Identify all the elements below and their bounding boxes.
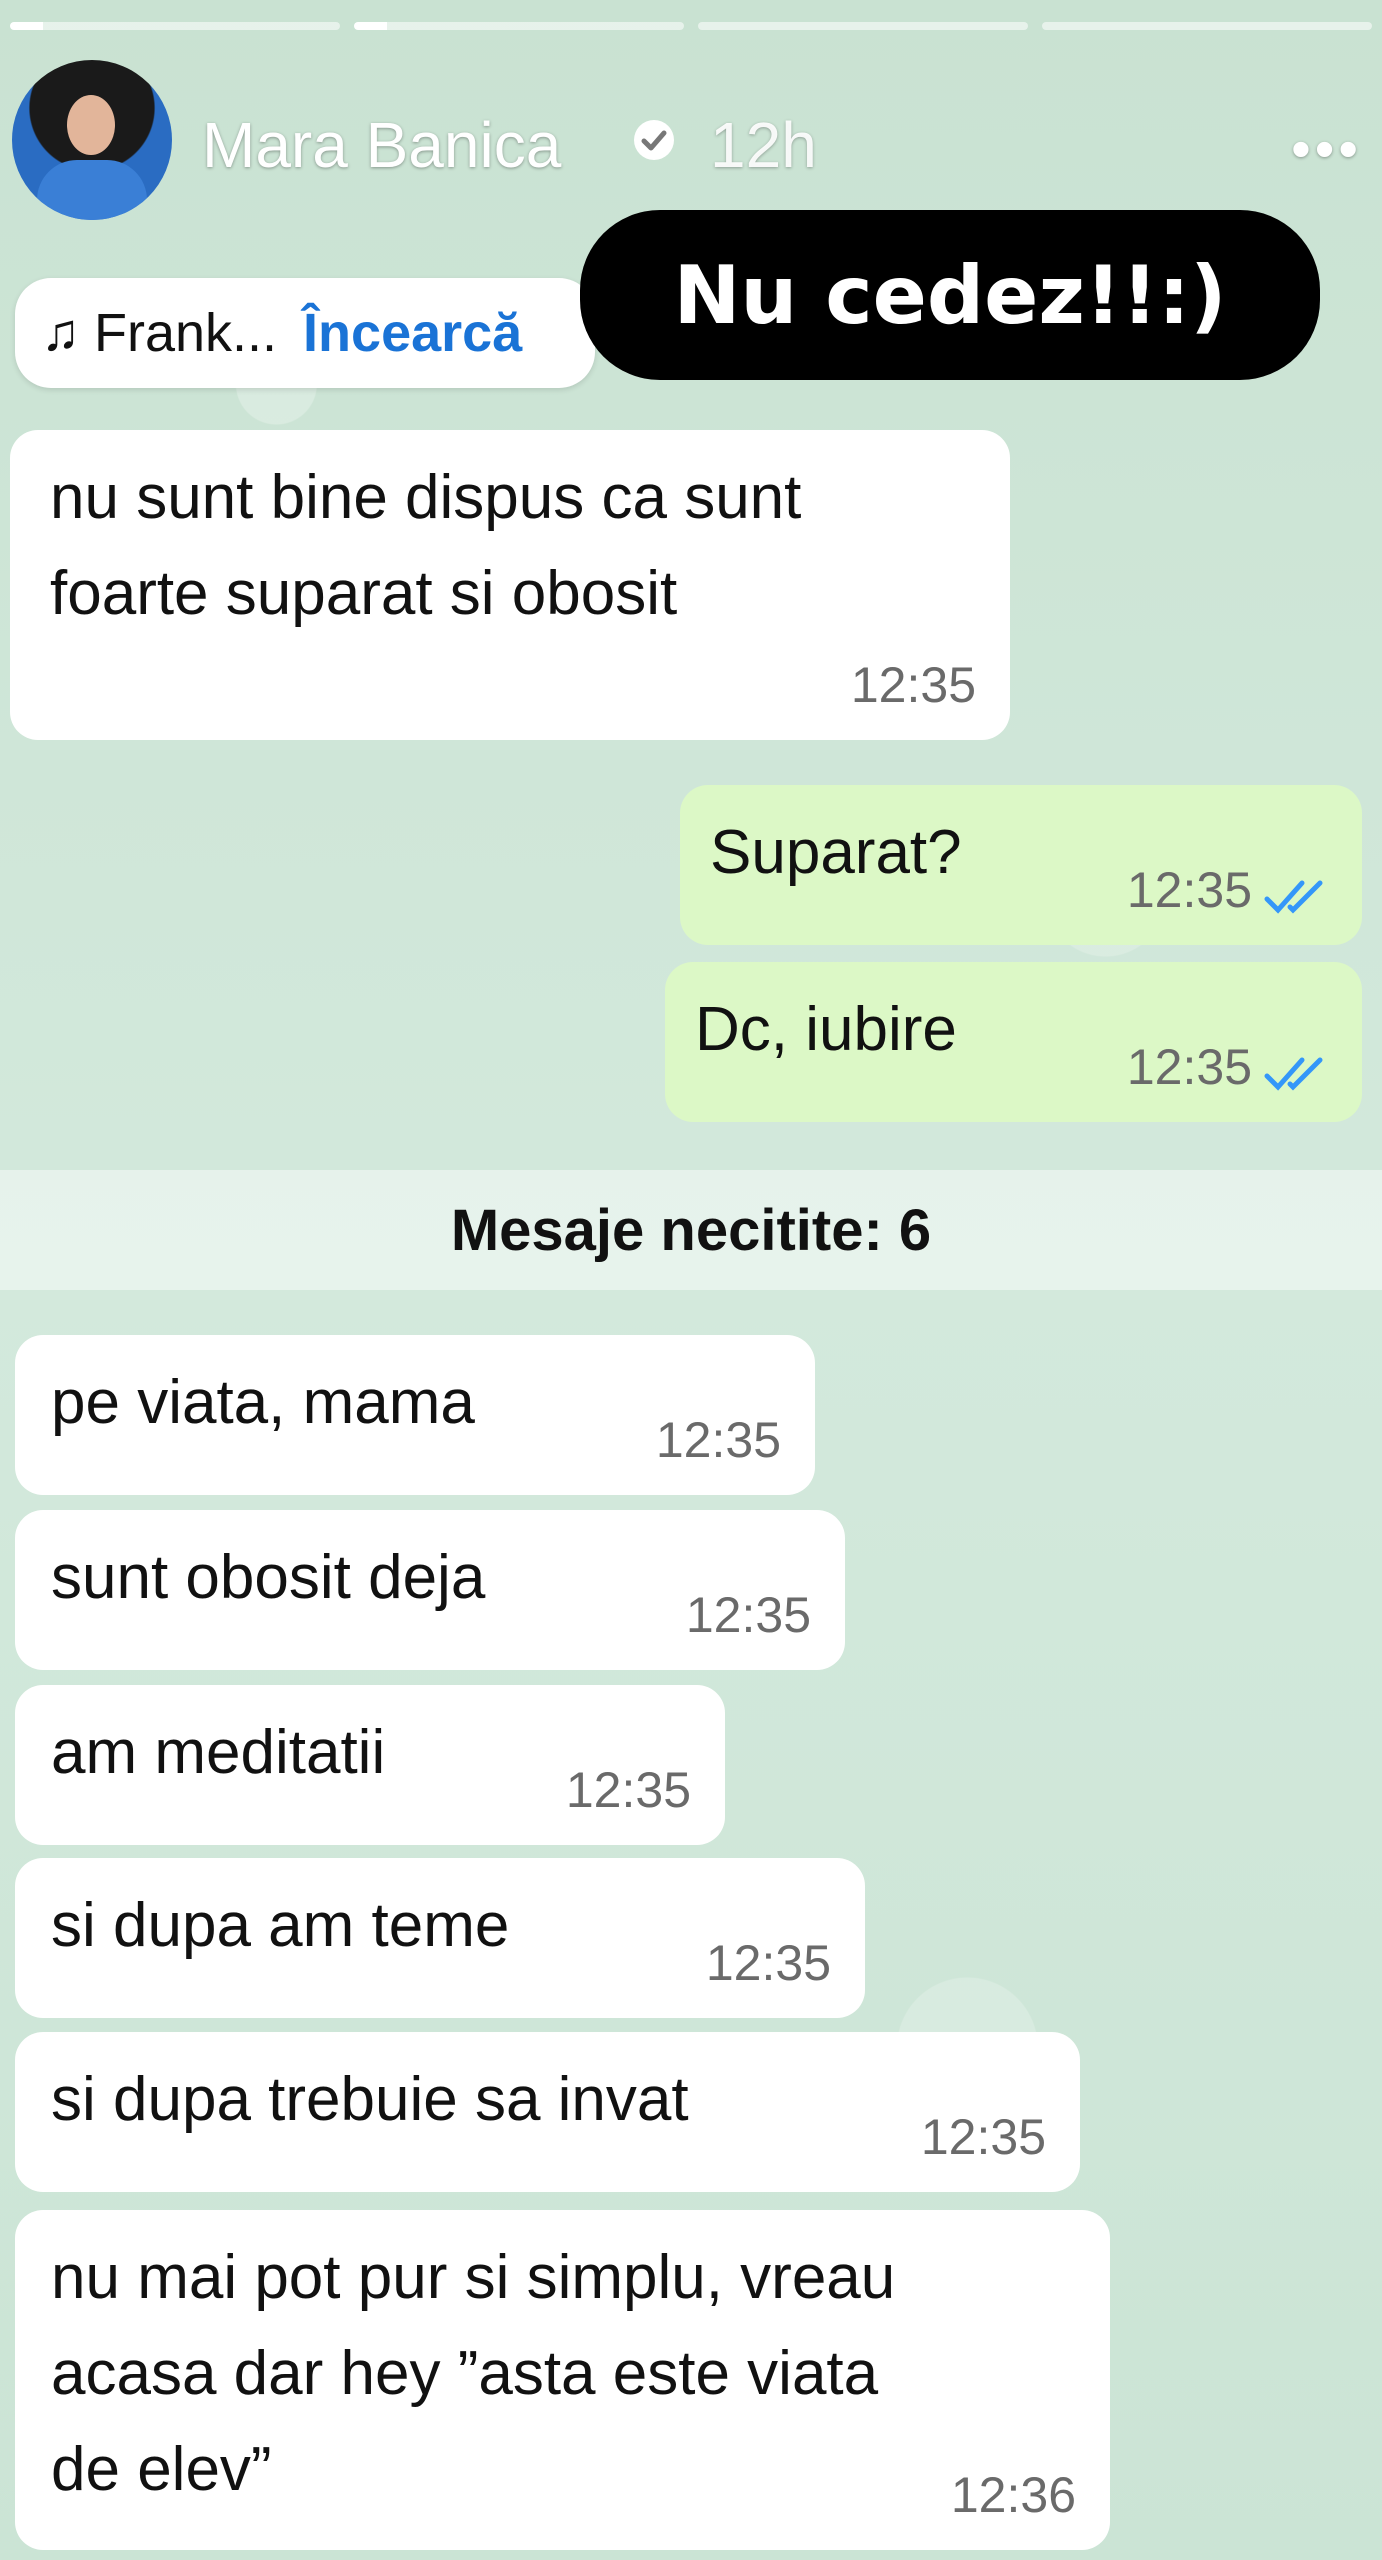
- story-progress-segment: [1042, 22, 1372, 30]
- message-time: 12:36: [950, 2466, 1076, 2523]
- story-progress-segment: [354, 22, 684, 30]
- read-receipt-icon: [1264, 880, 1323, 914]
- music-note-icon: ♫: [41, 304, 80, 362]
- sticker-text: Nu cedez!!:): [673, 248, 1227, 342]
- read-receipt-icon: [1264, 1057, 1323, 1091]
- message-time: 12:35: [705, 1934, 831, 1991]
- try-song-link[interactable]: Încearcă: [303, 302, 522, 364]
- avatar-face: [67, 95, 115, 155]
- more-dots-icon[interactable]: •••: [1291, 116, 1362, 181]
- song-title: Frank...: [94, 303, 278, 363]
- unread-messages-divider: Mesaje necitite: 6: [0, 1170, 1382, 1290]
- music-sticker[interactable]: ♫ Frank... Încearcă: [15, 278, 595, 388]
- verified-badge-icon: [634, 120, 674, 160]
- message-bubble-incoming[interactable]: si dupa am teme 12:35: [15, 1858, 865, 2018]
- story-progress-segment: [698, 22, 1028, 30]
- message-time: 12:35: [920, 2108, 1046, 2165]
- message-bubble-incoming[interactable]: nu mai pot pur si simplu, vreau acasa da…: [15, 2210, 1110, 2550]
- message-text: nu mai pot pur si simplu, vreau acasa da…: [51, 2243, 896, 2505]
- message-bubble-outgoing[interactable]: Suparat? 12:35: [680, 785, 1362, 945]
- message-time: 12:35: [1126, 1038, 1252, 1095]
- message-bubble-incoming[interactable]: am meditatii 12:35: [15, 1685, 725, 1845]
- message-bubble-outgoing[interactable]: Dc, iubire 12:35: [665, 962, 1362, 1122]
- message-bubble-incoming[interactable]: si dupa trebuie sa invat 12:35: [15, 2032, 1080, 2192]
- story-progress-segment: [10, 22, 340, 30]
- avatar[interactable]: [12, 60, 172, 220]
- message-bubble-incoming[interactable]: sunt obosit deja 12:35: [15, 1510, 845, 1670]
- username[interactable]: Mara Banica: [202, 108, 561, 182]
- message-text: nu sunt bine dispus ca sunt foarte supar…: [50, 463, 802, 629]
- message-text: si dupa trebuie sa invat: [51, 2065, 689, 2134]
- message-bubble-incoming[interactable]: pe viata, mama 12:35: [15, 1335, 815, 1495]
- message-time: 12:35: [565, 1761, 691, 1818]
- message-time: 12:35: [655, 1411, 781, 1468]
- unread-messages-label: Mesaje necitite: 6: [450, 1197, 932, 1263]
- message-bubble-incoming[interactable]: nu sunt bine dispus ca sunt foarte supar…: [10, 430, 1010, 740]
- message-time: 12:35: [850, 656, 976, 713]
- message-time: 12:35: [685, 1586, 811, 1643]
- story-header: Mara Banica 12h •••: [12, 60, 1362, 230]
- avatar-body: [37, 160, 147, 220]
- story-time-ago: 12h: [710, 109, 817, 181]
- text-sticker: Nu cedez!!:): [580, 210, 1320, 380]
- story-progress-bar: [10, 22, 1372, 30]
- message-time: 12:35: [1126, 861, 1252, 918]
